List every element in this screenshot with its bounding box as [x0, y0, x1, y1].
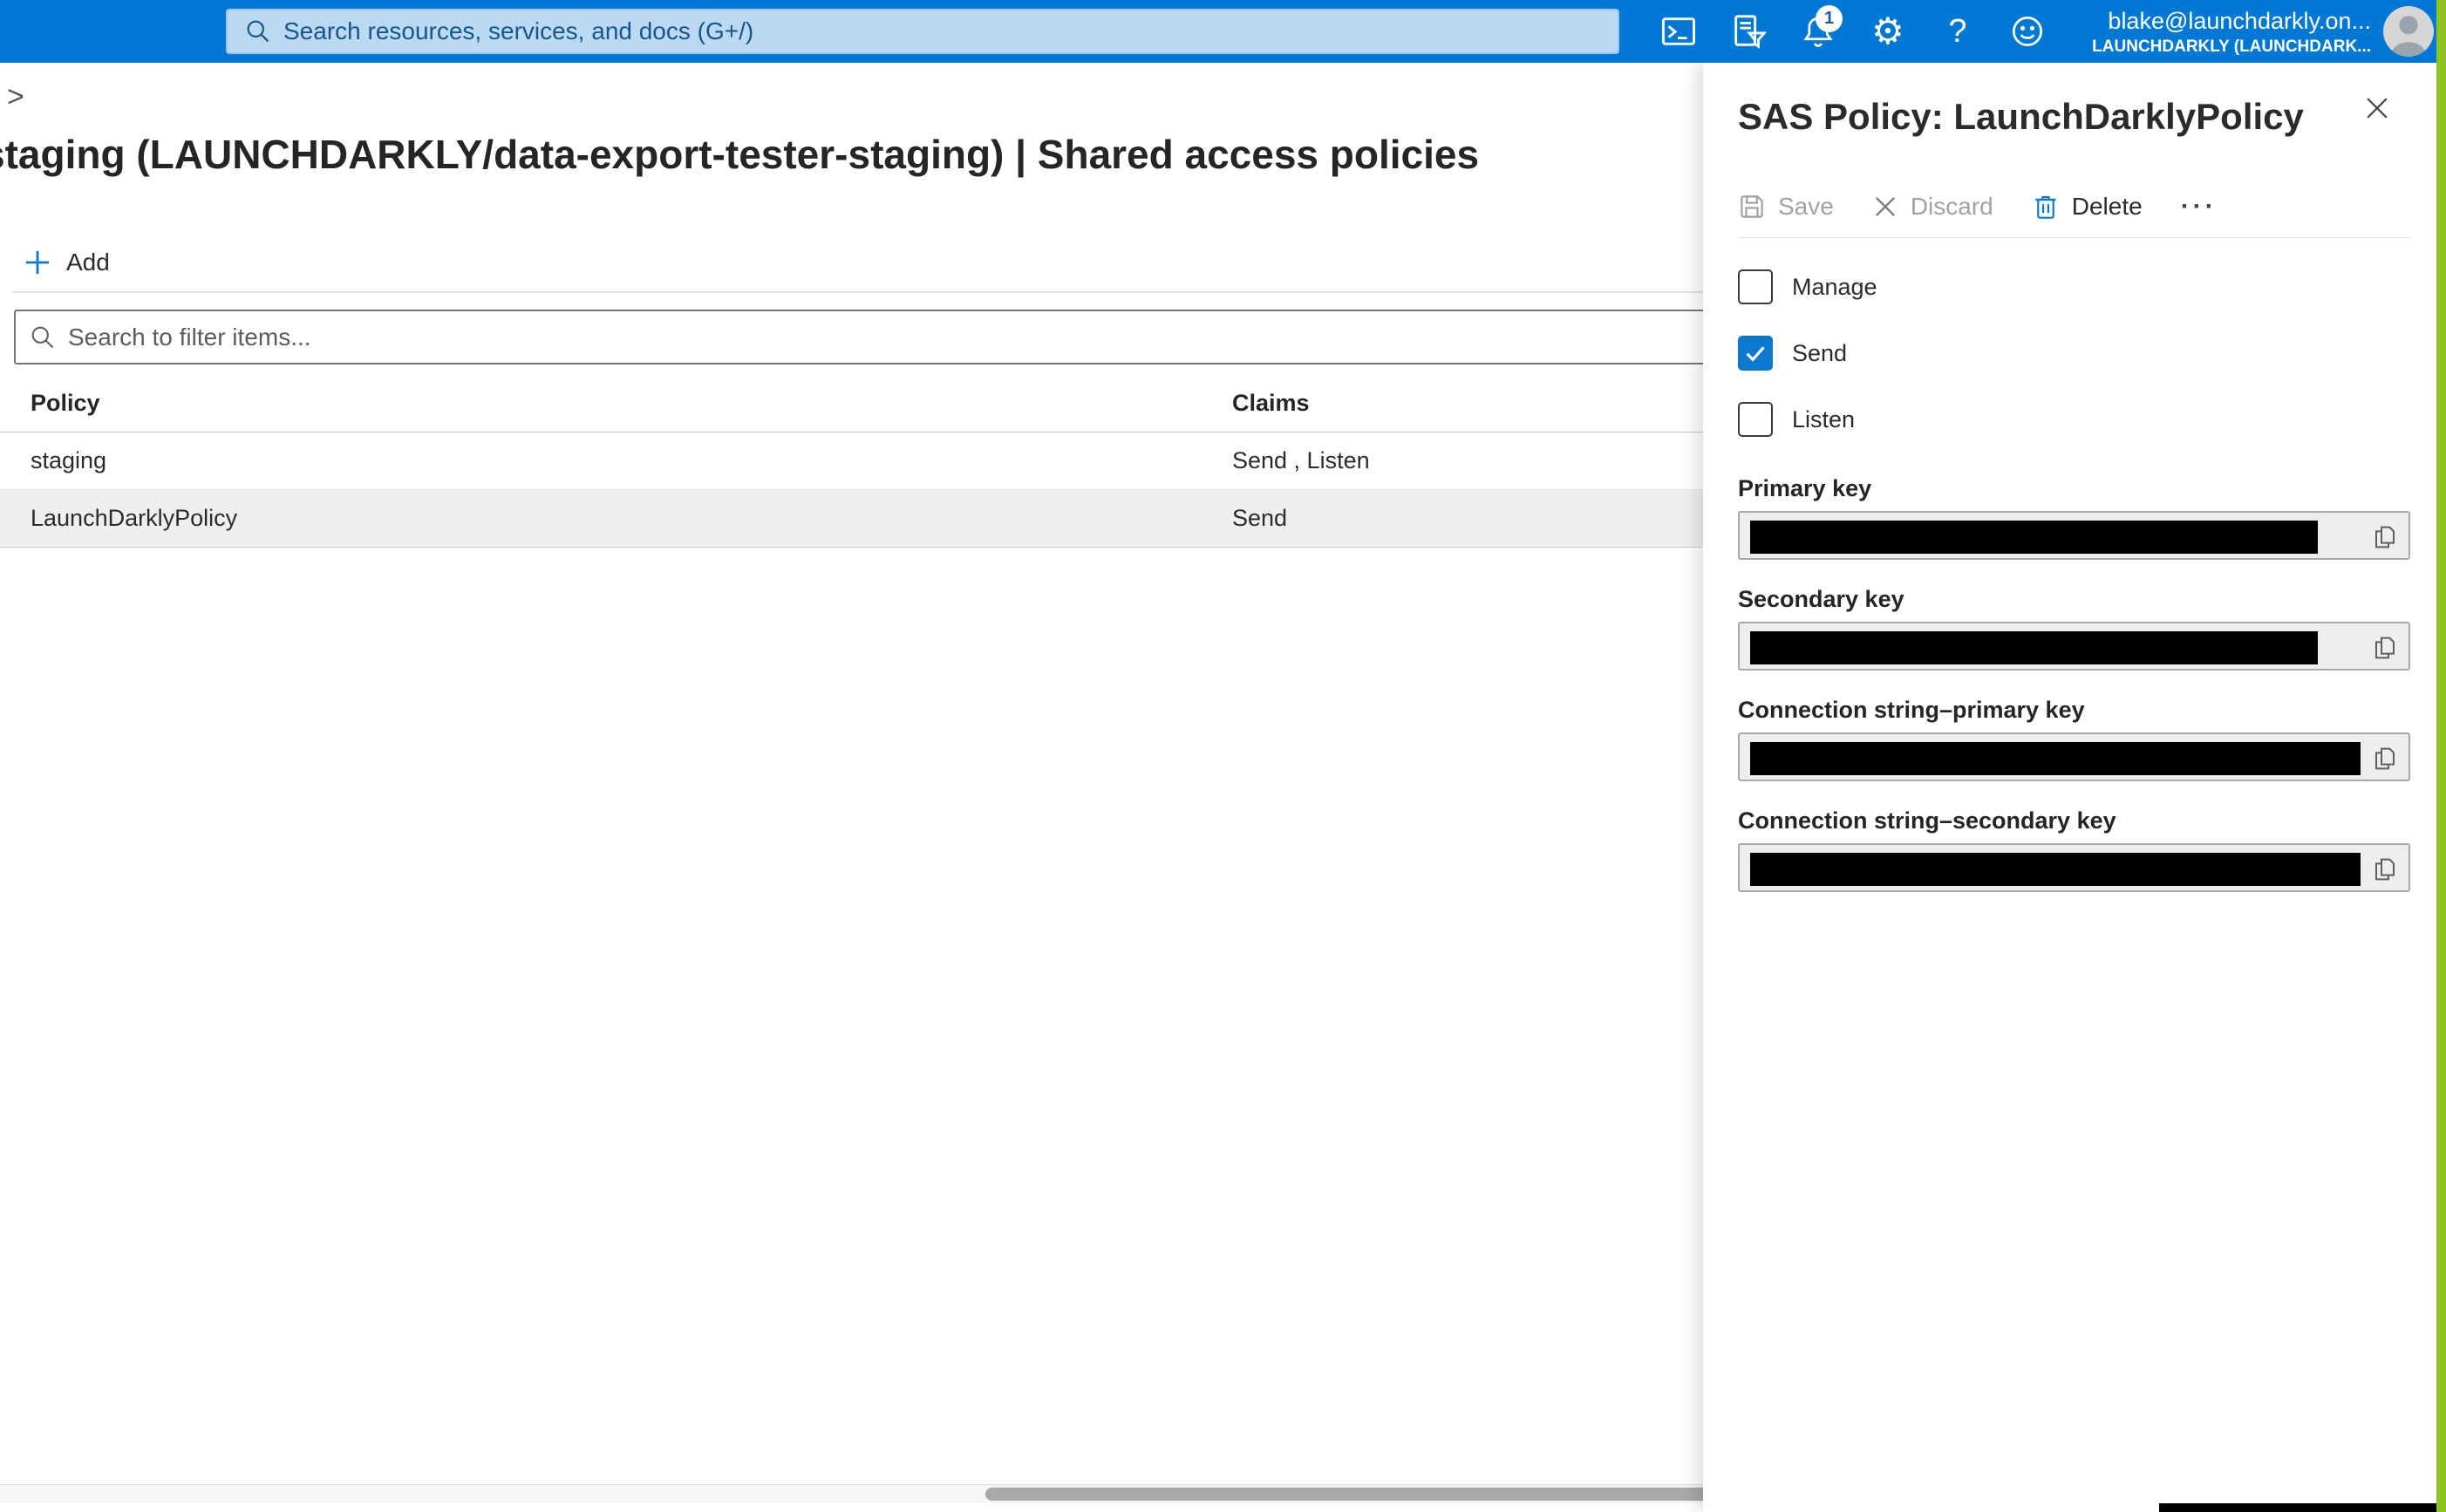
redacted-key-value — [1750, 631, 2318, 664]
add-button[interactable]: Add — [23, 248, 110, 277]
policy-cell: staging — [31, 447, 106, 474]
breadcrumb-chevron[interactable]: > — [7, 80, 24, 114]
connection-string-primary-input[interactable] — [1738, 732, 2410, 781]
screen-edge-green-strip — [2436, 0, 2446, 1512]
page-title: staging (LAUNCHDARKLY/data-export-tester… — [0, 131, 1479, 178]
settings-gear-icon[interactable]: ⚙ — [1869, 12, 1907, 51]
manage-checkbox[interactable] — [1738, 269, 1773, 304]
sas-policy-panel: SAS Policy: LaunchDarklyPolicy Save Disc… — [1703, 63, 2436, 1512]
bottom-redaction-bar — [2159, 1503, 2436, 1512]
copy-icon[interactable] — [2370, 855, 2400, 884]
primary-key-field: Primary key — [1738, 475, 2410, 560]
connection-string-secondary-input[interactable] — [1738, 843, 2410, 892]
send-checkbox[interactable] — [1738, 336, 1773, 371]
cloud-shell-icon[interactable] — [1659, 12, 1698, 51]
column-header-policy[interactable]: Policy — [31, 390, 100, 417]
primary-key-input[interactable] — [1738, 511, 2410, 560]
table-row[interactable]: LaunchDarklyPolicy Send — [0, 490, 1703, 548]
filter-search-icon — [30, 324, 56, 351]
policies-table: Policy Claims staging Send , Listen Laun… — [0, 375, 1703, 548]
manage-checkbox-label: Manage — [1792, 274, 1877, 301]
send-checkbox-row[interactable]: Send — [1738, 336, 2410, 371]
plus-icon — [23, 248, 52, 277]
notification-badge: 1 — [1816, 5, 1843, 32]
connection-string-secondary-label: Connection string–secondary key — [1738, 807, 2410, 834]
feedback-smiley-icon[interactable] — [2008, 12, 2047, 51]
claims-cell: Send — [1232, 505, 1287, 532]
discard-x-icon — [1872, 194, 1898, 220]
redacted-key-value — [1750, 853, 2361, 886]
account-directory: LAUNCHDARKLY (LAUNCHDARK... — [2092, 37, 2371, 58]
top-bar: 1 ⚙ ? blake@launchdarkly.on... LAUNCHDAR… — [0, 0, 2446, 63]
discard-label: Discard — [1911, 193, 1993, 221]
secondary-key-input[interactable] — [1738, 622, 2410, 671]
more-options-button[interactable]: ··· — [2181, 192, 2218, 221]
copy-icon[interactable] — [2370, 744, 2400, 773]
azure-portal-screen: 1 ⚙ ? blake@launchdarkly.on... LAUNCHDAR… — [0, 0, 2446, 1512]
connection-string-secondary-field: Connection string–secondary key — [1738, 807, 2410, 892]
save-floppy-icon — [1738, 193, 1766, 221]
policy-cell: LaunchDarklyPolicy — [31, 505, 237, 532]
notifications-bell-icon[interactable]: 1 — [1799, 12, 1837, 51]
listen-checkbox[interactable] — [1738, 402, 1773, 437]
add-button-label: Add — [66, 249, 110, 276]
connection-string-primary-label: Connection string–primary key — [1738, 697, 2410, 724]
delete-button[interactable]: Delete — [2032, 193, 2143, 221]
connection-string-primary-field: Connection string–primary key — [1738, 697, 2410, 781]
close-icon[interactable] — [2358, 89, 2396, 127]
save-button[interactable]: Save — [1738, 193, 1834, 221]
topbar-icon-row: 1 ⚙ ? — [1659, 0, 2047, 63]
discard-button[interactable]: Discard — [1872, 193, 1993, 221]
panel-toolbar: Save Discard Delete ··· — [1738, 192, 2410, 221]
listen-checkbox-label: Listen — [1792, 406, 1855, 433]
delete-trash-icon — [2032, 193, 2060, 221]
secondary-key-field: Secondary key — [1738, 586, 2410, 671]
table-header-row: Policy Claims — [0, 375, 1703, 432]
manage-checkbox-row[interactable]: Manage — [1738, 269, 2410, 304]
horizontal-scrollbar-track[interactable] — [0, 1484, 1703, 1503]
global-search-input[interactable] — [283, 17, 1618, 45]
table-row[interactable]: staging Send , Listen — [0, 432, 1703, 490]
search-icon — [245, 18, 271, 44]
column-header-claims[interactable]: Claims — [1232, 390, 1310, 417]
primary-key-label: Primary key — [1738, 475, 2410, 502]
send-checkbox-label: Send — [1792, 340, 1847, 367]
check-icon — [1741, 339, 1769, 367]
global-search-box[interactable] — [226, 9, 1619, 54]
filter-items-input[interactable] — [68, 324, 1765, 351]
copy-icon[interactable] — [2370, 522, 2400, 552]
account-email: blake@launchdarkly.on... — [2092, 7, 2371, 35]
account-avatar[interactable] — [2383, 6, 2434, 57]
panel-title: SAS Policy: LaunchDarklyPolicy — [1738, 96, 2410, 138]
help-icon[interactable]: ? — [1938, 12, 1977, 51]
directory-filter-icon[interactable] — [1729, 12, 1768, 51]
save-label: Save — [1778, 193, 1834, 221]
panel-toolbar-divider — [1738, 237, 2410, 238]
filter-items-box[interactable] — [14, 310, 1767, 364]
account-identity[interactable]: blake@launchdarkly.on... LAUNCHDARKLY (L… — [2092, 7, 2371, 58]
toolbar-divider — [12, 291, 1703, 293]
redacted-key-value — [1750, 742, 2361, 775]
listen-checkbox-row[interactable]: Listen — [1738, 402, 2410, 437]
copy-icon[interactable] — [2370, 633, 2400, 663]
person-icon — [2383, 6, 2434, 57]
redacted-key-value — [1750, 521, 2318, 554]
delete-label: Delete — [2072, 193, 2143, 221]
secondary-key-label: Secondary key — [1738, 586, 2410, 613]
horizontal-scrollbar-thumb[interactable] — [985, 1488, 1714, 1501]
claims-cell: Send , Listen — [1232, 447, 1370, 474]
